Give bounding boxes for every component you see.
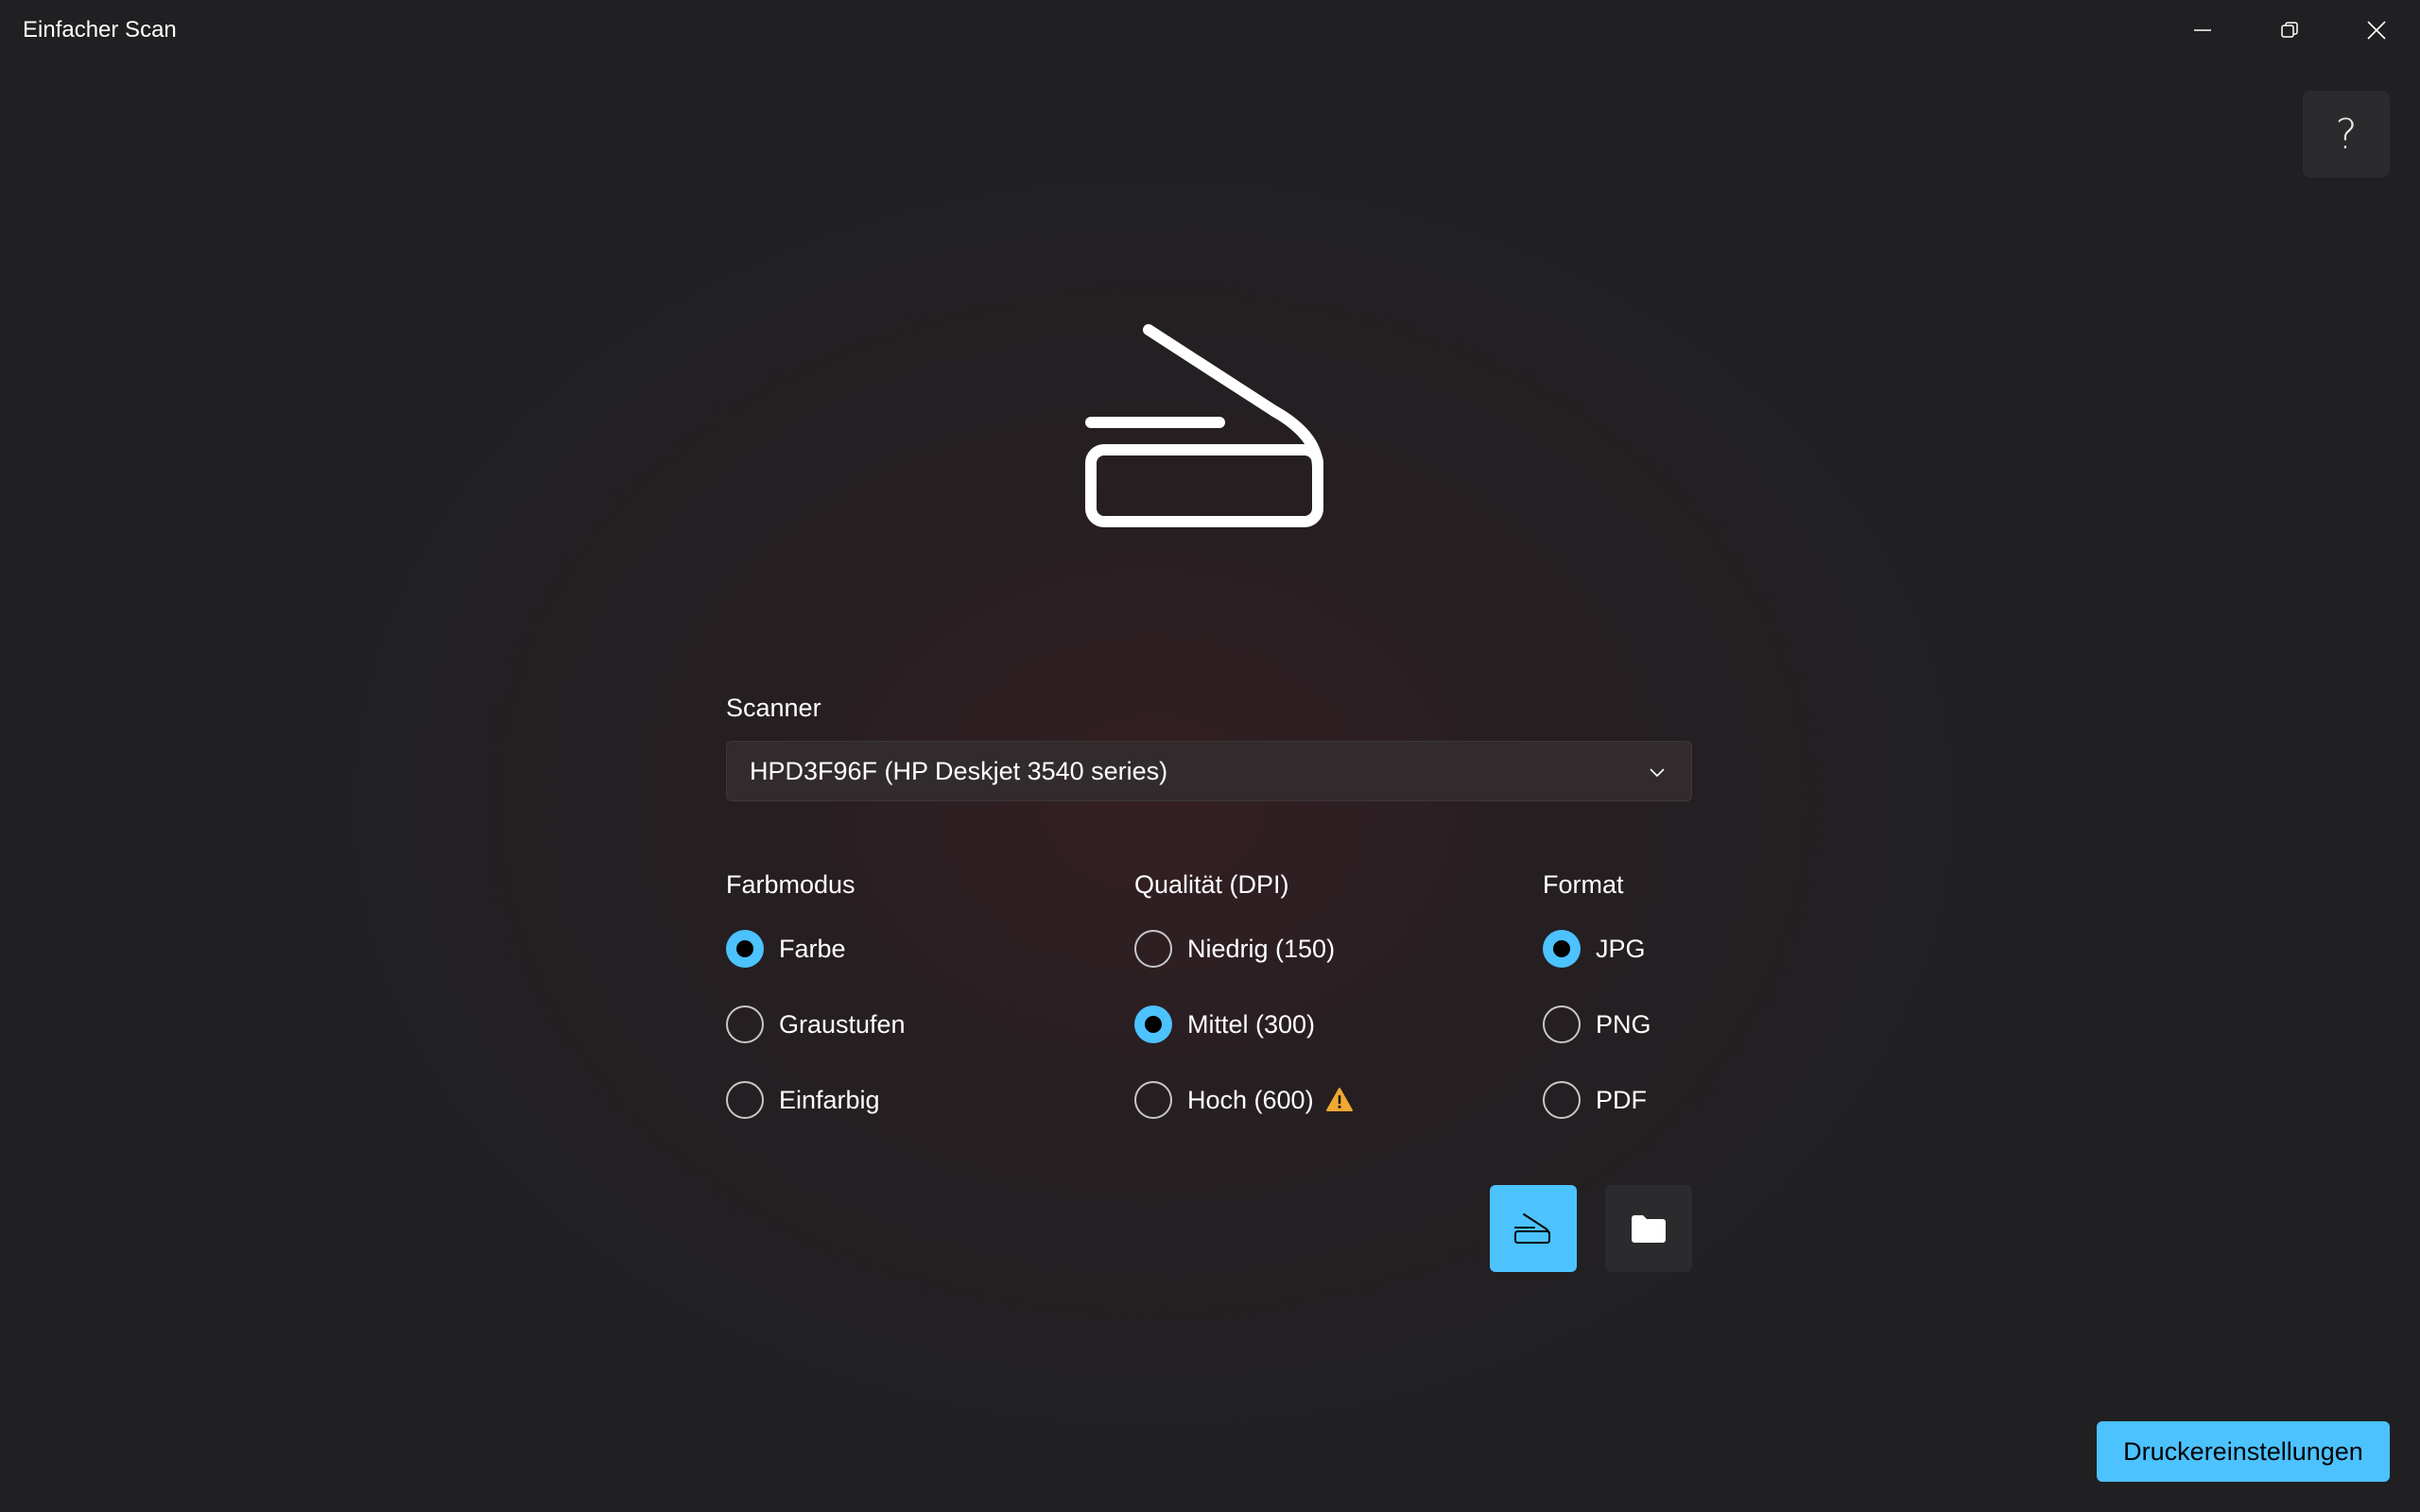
help-button[interactable]: ? (2303, 91, 2390, 178)
scanner-icon (1085, 324, 1323, 527)
radio-button[interactable] (726, 1005, 764, 1043)
radio-label: Einfarbig (779, 1085, 880, 1114)
restore-icon (2281, 22, 2298, 38)
help-label: ? (2335, 110, 2358, 159)
close-button[interactable] (2333, 0, 2420, 60)
app-title: Einfacher Scan (23, 17, 177, 43)
minimize-icon (2194, 29, 2211, 31)
radio-option-jpg[interactable]: JPG (1543, 930, 1651, 968)
scanner-icon (1514, 1213, 1550, 1244)
radio-option-mittel[interactable]: Mittel (300) (1134, 1005, 1354, 1043)
scanner-label: Scanner (726, 694, 821, 722)
radio-label: Farbe (779, 934, 846, 963)
scan-button[interactable] (1490, 1185, 1577, 1272)
radio-option-graustufen[interactable]: Graustufen (726, 1005, 906, 1043)
format-title: Format (1543, 870, 1624, 899)
printer-settings-label: Druckereinstellungen (2123, 1436, 2363, 1466)
warning-icon (1325, 1087, 1354, 1113)
scanner-dropdown[interactable]: HPD3F96F (HP Deskjet 3540 series) (726, 741, 1692, 801)
radio-label: Mittel (300) (1187, 1009, 1316, 1039)
radio-option-farbe[interactable]: Farbe (726, 930, 906, 968)
restore-button[interactable] (2246, 0, 2333, 60)
radio-button[interactable] (726, 930, 764, 968)
radio-button[interactable] (1134, 1005, 1172, 1043)
radio-button[interactable] (1543, 1081, 1581, 1119)
farbmodus-title: Farbmodus (726, 870, 856, 899)
minimize-button[interactable] (2159, 0, 2246, 60)
qualitaet-title: Qualität (DPI) (1134, 870, 1289, 899)
close-icon (2367, 21, 2386, 40)
scanner-selected-value: HPD3F96F (HP Deskjet 3540 series) (750, 757, 1168, 785)
open-folder-button[interactable] (1605, 1185, 1692, 1272)
chevron-down-icon (1650, 768, 1665, 778)
radio-option-png[interactable]: PNG (1543, 1005, 1651, 1043)
farbmodus-group: Farbmodus Farbe Graustufen Einfarbig (726, 868, 906, 1157)
radio-option-niedrig[interactable]: Niedrig (150) (1134, 930, 1354, 968)
qualitaet-group: Qualität (DPI) Niedrig (150) Mittel (300… (1134, 868, 1354, 1157)
radio-label: Hoch (600) (1187, 1085, 1314, 1114)
radio-button[interactable] (1134, 930, 1172, 968)
radio-button[interactable] (1543, 1005, 1581, 1043)
printer-settings-button[interactable]: Druckereinstellungen (2097, 1421, 2390, 1482)
folder-icon (1632, 1215, 1666, 1243)
radio-option-hoch[interactable]: Hoch (600) (1134, 1081, 1354, 1119)
radio-option-pdf[interactable]: PDF (1543, 1081, 1651, 1119)
format-group: Format JPG PNG PDF (1543, 868, 1651, 1157)
radio-label: PNG (1596, 1009, 1651, 1039)
radio-label: Niedrig (150) (1187, 934, 1336, 963)
radio-label: PDF (1596, 1085, 1647, 1114)
radio-label: JPG (1596, 934, 1646, 963)
radio-label: Graustufen (779, 1009, 906, 1039)
title-bar: Einfacher Scan (0, 0, 2420, 60)
radio-button[interactable] (1134, 1081, 1172, 1119)
radio-option-einfarbig[interactable]: Einfarbig (726, 1081, 906, 1119)
radio-button[interactable] (726, 1081, 764, 1119)
radio-button[interactable] (1543, 930, 1581, 968)
